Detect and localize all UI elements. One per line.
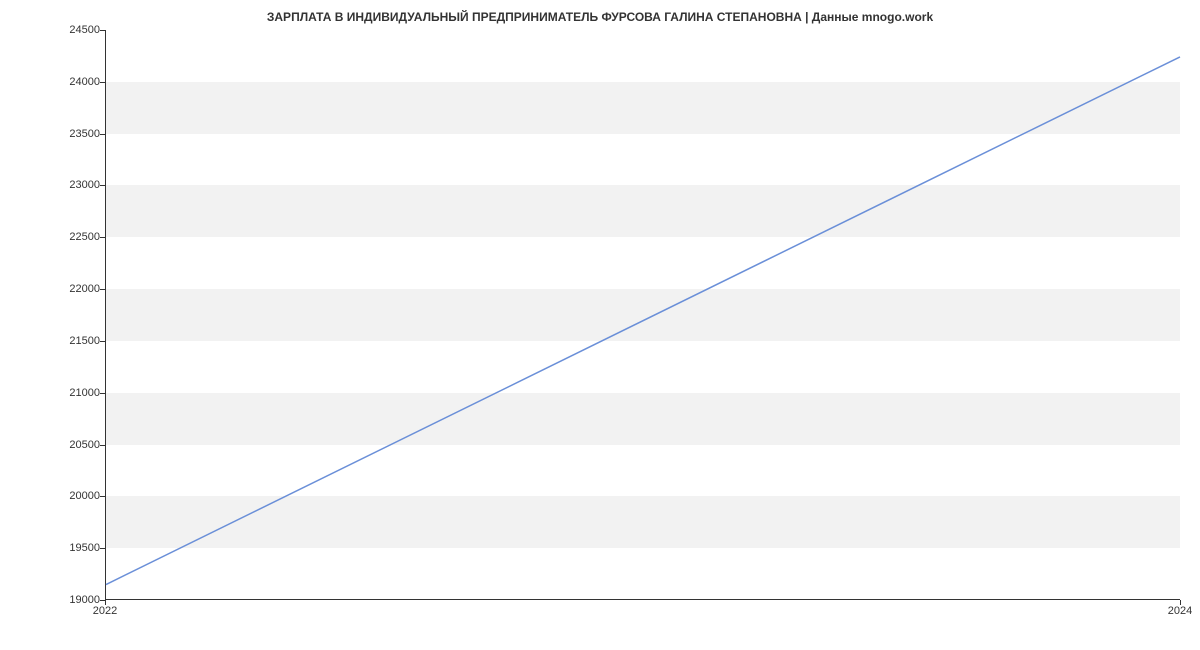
y-tick-mark xyxy=(100,82,105,83)
y-tick-label: 23000 xyxy=(50,179,100,191)
y-tick-mark xyxy=(100,548,105,549)
y-tick-label: 24000 xyxy=(50,76,100,88)
y-tick-mark xyxy=(100,445,105,446)
data-line xyxy=(106,57,1180,585)
x-tick-label: 2022 xyxy=(93,605,117,617)
x-tick-mark xyxy=(105,600,106,605)
chart-line-svg xyxy=(106,30,1180,599)
chart-container: ЗАРПЛАТА В ИНДИВИДУАЛЬНЫЙ ПРЕДПРИНИМАТЕЛ… xyxy=(0,0,1200,650)
y-tick-label: 23500 xyxy=(50,128,100,140)
x-tick-mark xyxy=(1180,600,1181,605)
y-tick-label: 20000 xyxy=(50,490,100,502)
y-tick-label: 19500 xyxy=(50,542,100,554)
chart-title: ЗАРПЛАТА В ИНДИВИДУАЛЬНЫЙ ПРЕДПРИНИМАТЕЛ… xyxy=(0,0,1200,29)
y-tick-label: 21000 xyxy=(50,387,100,399)
y-tick-mark xyxy=(100,393,105,394)
y-tick-mark xyxy=(100,134,105,135)
x-tick-label: 2024 xyxy=(1168,605,1192,617)
y-tick-label: 20500 xyxy=(50,439,100,451)
y-tick-label: 22500 xyxy=(50,231,100,243)
plot-area xyxy=(105,30,1180,600)
y-tick-label: 24500 xyxy=(50,24,100,36)
y-tick-mark xyxy=(100,341,105,342)
y-tick-mark xyxy=(100,185,105,186)
y-tick-mark xyxy=(100,237,105,238)
y-tick-mark xyxy=(100,289,105,290)
y-tick-label: 22000 xyxy=(50,283,100,295)
y-tick-mark xyxy=(100,496,105,497)
y-tick-label: 21500 xyxy=(50,335,100,347)
y-tick-mark xyxy=(100,30,105,31)
